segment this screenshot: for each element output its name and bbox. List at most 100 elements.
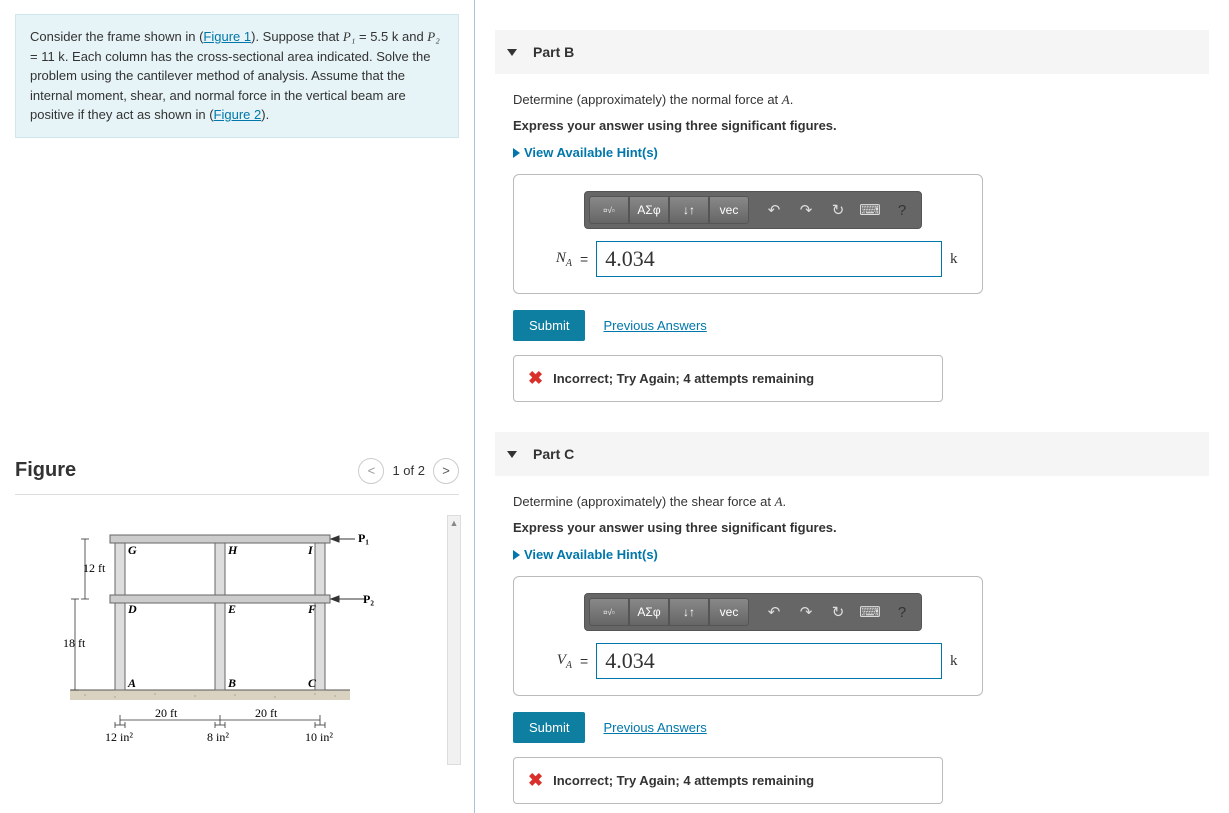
figure-prev-button[interactable]: < xyxy=(358,458,384,484)
previous-answers-link[interactable]: Previous Answers xyxy=(603,720,706,735)
unit-label: k xyxy=(950,653,962,670)
equation-toolbar: ▫√▫ ΑΣφ ↓↑ vec ↶ ↷ ↻ ⌨ ? xyxy=(584,191,922,229)
text: ). xyxy=(261,107,269,122)
figure-header: Figure < 1 of 2 > xyxy=(15,458,459,495)
caret-down-icon xyxy=(507,451,517,458)
text: P₂ xyxy=(427,29,439,44)
template-button[interactable]: ▫√▫ xyxy=(589,598,629,626)
text: Determine (approximately) the shear forc… xyxy=(513,494,775,509)
incorrect-icon: ✖ xyxy=(528,770,543,791)
svg-text:G: G xyxy=(128,543,137,557)
part-b-header[interactable]: Part B xyxy=(495,30,1209,74)
svg-text:10 in²: 10 in² xyxy=(305,730,333,744)
incorrect-icon: ✖ xyxy=(528,368,543,389)
svg-text:I: I xyxy=(307,543,314,557)
scroll-up-icon[interactable]: ▲ xyxy=(448,516,460,530)
updown-button[interactable]: ↓↑ xyxy=(669,598,709,626)
svg-text:H: H xyxy=(227,543,238,557)
scrollbar[interactable]: ▲ xyxy=(447,515,461,765)
svg-text:20 ft: 20 ft xyxy=(255,706,278,720)
submit-button[interactable]: Submit xyxy=(513,712,585,743)
figure-nav: < 1 of 2 > xyxy=(358,458,459,484)
svg-text:P₂: P₂ xyxy=(363,592,374,606)
left-panel: Consider the frame shown in (Figure 1). … xyxy=(0,0,475,813)
equals-sign: = xyxy=(580,251,588,267)
point-label: A xyxy=(775,494,783,509)
svg-text:P₁: P₁ xyxy=(358,531,369,545)
part-c-prompt-1: Determine (approximately) the shear forc… xyxy=(513,492,1197,512)
part-b-feedback: ✖ Incorrect; Try Again; 4 attempts remai… xyxy=(513,355,943,402)
part-c-answer-box: ▫√▫ ΑΣφ ↓↑ vec ↶ ↷ ↻ ⌨ ? VA = k xyxy=(513,576,983,696)
figure-title: Figure xyxy=(15,459,76,482)
triangle-right-icon xyxy=(513,550,520,560)
svg-text:B: B xyxy=(227,676,236,690)
figure-1-link[interactable]: Figure 1 xyxy=(203,29,251,44)
submit-button[interactable]: Submit xyxy=(513,310,585,341)
text: Determine (approximately) the normal for… xyxy=(513,92,782,107)
part-b-prompt-2: Express your answer using three signific… xyxy=(513,116,1197,136)
text: and xyxy=(398,29,427,44)
svg-text:18 ft: 18 ft xyxy=(63,636,86,650)
reset-icon[interactable]: ↻ xyxy=(823,598,853,626)
part-c-submit-row: Submit Previous Answers xyxy=(513,712,1197,743)
right-panel: Part B Determine (approximately) the nor… xyxy=(475,0,1229,813)
equals-sign: = xyxy=(580,653,588,669)
part-b-submit-row: Submit Previous Answers xyxy=(513,310,1197,341)
previous-answers-link[interactable]: Previous Answers xyxy=(603,318,706,333)
svg-text:C: C xyxy=(308,676,317,690)
svg-text:12 ft: 12 ft xyxy=(83,561,106,575)
part-c-title: Part C xyxy=(533,446,574,462)
template-button[interactable]: ▫√▫ xyxy=(589,196,629,224)
help-icon[interactable]: ? xyxy=(887,196,917,224)
text: P₁ xyxy=(343,29,355,44)
part-b-prompt-1: Determine (approximately) the normal for… xyxy=(513,90,1197,110)
text: Consider the frame shown in ( xyxy=(30,29,203,44)
vec-button[interactable]: vec xyxy=(709,196,749,224)
text: = 11 k xyxy=(30,49,65,64)
part-c-answer-row: VA = k xyxy=(534,643,962,679)
view-hints-link[interactable]: View Available Hint(s) xyxy=(513,145,1197,160)
reset-icon[interactable]: ↻ xyxy=(823,196,853,224)
part-b-answer-input[interactable] xyxy=(596,241,942,277)
na-label: NA xyxy=(534,250,572,269)
updown-button[interactable]: ↓↑ xyxy=(669,196,709,224)
feedback-text: Incorrect; Try Again; 4 attempts remaini… xyxy=(553,371,814,386)
svg-text:20 ft: 20 ft xyxy=(155,706,178,720)
equation-toolbar: ▫√▫ ΑΣφ ↓↑ vec ↶ ↷ ↻ ⌨ ? xyxy=(584,593,922,631)
undo-icon[interactable]: ↶ xyxy=(759,598,789,626)
text: ). Suppose that xyxy=(251,29,343,44)
point-label: A xyxy=(782,92,790,107)
svg-text:8 in²: 8 in² xyxy=(207,730,229,744)
greek-button[interactable]: ΑΣφ xyxy=(629,196,669,224)
va-label: VA xyxy=(534,652,572,671)
text: = 5.5 k xyxy=(355,29,398,44)
svg-text:E: E xyxy=(227,602,236,616)
figure-2-link[interactable]: Figure 2 xyxy=(214,107,262,122)
svg-text:A: A xyxy=(127,676,136,690)
vec-button[interactable]: vec xyxy=(709,598,749,626)
part-b-answer-box: ▫√▫ ΑΣφ ↓↑ vec ↶ ↷ ↻ ⌨ ? NA = k xyxy=(513,174,983,294)
caret-down-icon xyxy=(507,49,517,56)
undo-icon[interactable]: ↶ xyxy=(759,196,789,224)
part-c-prompt-2: Express your answer using three signific… xyxy=(513,518,1197,538)
view-hints-link[interactable]: View Available Hint(s) xyxy=(513,547,1197,562)
svg-text:D: D xyxy=(127,602,137,616)
redo-icon[interactable]: ↷ xyxy=(791,196,821,224)
figure-image: ▲ G H I xyxy=(15,515,459,765)
feedback-text: Incorrect; Try Again; 4 attempts remaini… xyxy=(553,773,814,788)
hints-text: View Available Hint(s) xyxy=(524,547,658,562)
greek-button[interactable]: ΑΣφ xyxy=(629,598,669,626)
keyboard-icon[interactable]: ⌨ xyxy=(855,598,885,626)
part-c-header[interactable]: Part C xyxy=(495,432,1209,476)
help-icon[interactable]: ? xyxy=(887,598,917,626)
part-b-answer-row: NA = k xyxy=(534,241,962,277)
redo-icon[interactable]: ↷ xyxy=(791,598,821,626)
part-b-body: Determine (approximately) the normal for… xyxy=(495,74,1209,402)
problem-statement: Consider the frame shown in (Figure 1). … xyxy=(15,14,459,138)
part-c-feedback: ✖ Incorrect; Try Again; 4 attempts remai… xyxy=(513,757,943,804)
keyboard-icon[interactable]: ⌨ xyxy=(855,196,885,224)
svg-text:F: F xyxy=(307,602,316,616)
part-c-answer-input[interactable] xyxy=(596,643,942,679)
figure-next-button[interactable]: > xyxy=(433,458,459,484)
part-c-body: Determine (approximately) the shear forc… xyxy=(495,476,1209,804)
